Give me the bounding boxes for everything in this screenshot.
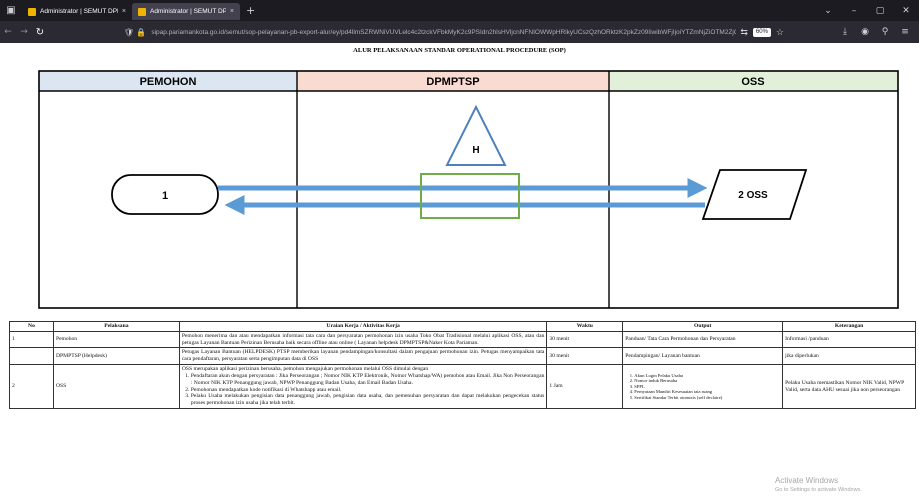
sop-table: No Pelaksana Uraian Kerja / Aktivitas Ke… xyxy=(9,321,916,409)
menu-icon[interactable]: ≡ xyxy=(895,27,915,37)
cell-output: Pendampingan/ Layanan bantuan xyxy=(622,347,784,366)
cell-keterangan: Informasi /panduan xyxy=(782,330,916,349)
sop-flow-diagram: PEMOHON DPMPTSP OSS 1 H 2 OSS xyxy=(38,70,899,309)
browser-tab-bar: ▣ Administrator | SEMUT DPM, P × Adminis… xyxy=(0,0,919,21)
diagram-border xyxy=(38,70,899,309)
uraian-intro: OSS merupakan aplikasi perizinan berusah… xyxy=(181,366,429,373)
tab-administrator-2[interactable]: Administrator | SEMUT DPM, P × xyxy=(132,3,240,20)
lane-label-pemohon: PEMOHON xyxy=(140,76,197,88)
oss-node-label: 2 OSS xyxy=(738,190,768,201)
cell-no xyxy=(9,347,54,366)
lane-header-pemohon xyxy=(39,71,297,91)
header-no: No xyxy=(9,321,54,332)
bookmark-star-icon[interactable]: ☆ xyxy=(776,27,784,38)
cell-pelaksana: Pemohon xyxy=(52,330,180,349)
table-row: DPMPTSP (Helpdesk) Petugas Layanan Bantu… xyxy=(9,347,916,366)
list-all-tabs-icon[interactable]: ⌄ xyxy=(815,6,841,16)
helpdesk-label: H xyxy=(472,145,479,156)
watermark-subtitle: Go to Settings to activate Windows. xyxy=(775,487,862,493)
uraian-step: Pelaku Usaha melakukan pengisian data pe… xyxy=(191,393,545,407)
header-uraian: Uraian Kerja / Aktivitas Kerja xyxy=(178,321,548,332)
back-arrow-icon[interactable]: ← xyxy=(0,27,16,37)
tab-title: Administrator | SEMUT DPM, P xyxy=(40,8,118,15)
header-pelaksana: Pelaksana xyxy=(52,321,180,332)
cell-output: Panduan/ Tata Cara Permohonan dan Persya… xyxy=(622,330,784,349)
tab-title: Administrator | SEMUT DPM, P xyxy=(150,8,226,15)
cell-pelaksana: DPMPTSP (Helpdesk) xyxy=(52,347,180,366)
tab-close-icon[interactable]: × xyxy=(230,8,234,15)
cell-keterangan: Pelaku Usaha memastikan Nomor NIK Valid,… xyxy=(782,364,916,409)
minimize-icon[interactable]: – xyxy=(841,6,867,16)
lane-label-dpmptsp: DPMPTSP xyxy=(426,76,479,88)
tab-administrator-1[interactable]: Administrator | SEMUT DPM, P × xyxy=(22,3,132,20)
extensions-icon[interactable]: ⚲ xyxy=(875,27,895,37)
helpdesk-triangle xyxy=(445,104,507,166)
tab-close-icon[interactable]: × xyxy=(122,8,126,15)
table-header-row: No Pelaksana Uraian Kerja / Aktivitas Ke… xyxy=(9,321,916,332)
address-bar[interactable]: 🛡 🔒 sipap.pariamankota.go.id/semut/sop-p… xyxy=(124,24,784,40)
lane-header-dpmptsp xyxy=(297,71,609,91)
browser-nav-bar: ← → ↻ 🛡 🔒 sipap.pariamankota.go.id/semut… xyxy=(0,21,919,43)
maximize-icon[interactable]: ▢ xyxy=(867,6,893,16)
table-row: 1 Pemohon Pemohon menerima dan atau mend… xyxy=(9,330,916,349)
favicon-icon xyxy=(138,7,146,16)
cell-waktu: 1 Jam xyxy=(546,364,624,409)
header-waktu: Waktu xyxy=(546,321,624,332)
start-node-1 xyxy=(111,174,219,215)
cell-uraian: Petugas Layanan Bantuan (HELPDESK) PTSP … xyxy=(178,347,548,366)
translate-icon[interactable]: ⇆ xyxy=(740,27,748,38)
uraian-steps: Pendaftaran akun dengan persyaratan : Ji… xyxy=(182,373,545,407)
favicon-icon xyxy=(28,7,36,16)
cell-uraian: Pemohon menerima dan atau mendapatkan in… xyxy=(178,330,548,349)
cell-waktu: 30 menit xyxy=(546,347,624,366)
watermark-title: Activate Windows xyxy=(775,476,839,485)
process-box-dpmptsp xyxy=(420,173,520,219)
cell-waktu: 30 menit xyxy=(546,330,624,349)
header-output: Output xyxy=(622,321,784,332)
forward-arrow-icon[interactable]: → xyxy=(16,27,32,37)
uraian-step: Pendaftaran akun dengan persyaratan : Ji… xyxy=(191,373,545,387)
output-list: Akun Login Pelaku Usaha Nomor induk Beru… xyxy=(625,373,780,401)
activate-windows-watermark: Activate Windows Go to Settings to activ… xyxy=(775,476,862,493)
cell-keterangan: jika diperlukan xyxy=(782,347,916,366)
table-row: 2 OSS OSS merupakan aplikasi perizinan b… xyxy=(9,364,916,409)
lane-label-oss: OSS xyxy=(741,76,764,88)
oss-io-node xyxy=(701,169,808,220)
cell-uraian: OSS merupakan aplikasi perizinan berusah… xyxy=(178,364,548,409)
uraian-step: Pemohonan mendapatkan kode notifikasi di… xyxy=(191,387,545,394)
firefox-view-icon[interactable]: ▣ xyxy=(0,0,22,21)
zoom-level-badge[interactable]: 60% xyxy=(752,27,771,37)
output-item: Sertifikat Standar Terbit otomotis (self… xyxy=(634,395,780,401)
cell-no: 1 xyxy=(9,330,54,349)
start-node-label: 1 xyxy=(162,190,168,202)
sop-title: ALUR PELAKSANAAN STANDAR OPERATIONAL PRO… xyxy=(353,47,566,54)
lock-icon[interactable]: 🛡 🔒 xyxy=(124,28,146,37)
cell-pelaksana: OSS xyxy=(52,364,180,409)
new-tab-button[interactable]: + xyxy=(246,4,255,17)
cell-output: Akun Login Pelaku Usaha Nomor induk Beru… xyxy=(622,364,784,409)
header-keterangan: Keterangan xyxy=(782,321,916,332)
window-controls: ⌄ – ▢ ✕ xyxy=(815,0,919,21)
url-text[interactable]: sipap.pariamankota.go.id/semut/sop-pelay… xyxy=(151,29,736,36)
cell-no: 2 xyxy=(9,364,54,409)
lane-header-oss xyxy=(609,71,898,91)
close-window-icon[interactable]: ✕ xyxy=(893,6,919,16)
downloads-icon[interactable]: ⤓ xyxy=(835,27,855,37)
reload-icon[interactable]: ↻ xyxy=(32,27,48,38)
account-icon[interactable]: ◉ xyxy=(855,27,875,37)
